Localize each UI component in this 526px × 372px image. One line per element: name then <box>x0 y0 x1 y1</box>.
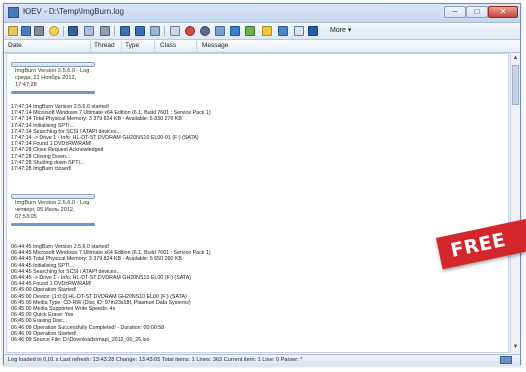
banner-date: среда, 21 Ноябрь 2012, 17:47:28 <box>15 75 77 88</box>
column-thread[interactable]: Thread <box>94 42 115 49</box>
column-divider[interactable] <box>154 41 155 51</box>
log-line: 17:47:28 ImgBurn closed! <box>11 166 72 173</box>
search-icon[interactable] <box>200 26 210 36</box>
title-bar: ЮЕV - D:\Temp\ImgBurn.log – □ ✕ <box>4 4 520 23</box>
banner-text: ImgBurn Version 2.5.6.0 - Log четверг, 0… <box>11 199 95 222</box>
pin-icon[interactable] <box>185 26 195 36</box>
banner-title: ImgBurn Version 2.5.6.0 - Log <box>15 68 90 74</box>
delete-icon[interactable] <box>100 26 110 36</box>
log-content-area[interactable]: ImgBurn Version 2.5.6.0 - Log среда, 21 … <box>6 53 509 353</box>
filter-icon[interactable] <box>68 26 78 36</box>
log-viewer-window: ЮЕV - D:\Temp\ImgBurn.log – □ ✕ More ▾ D… <box>3 3 521 366</box>
settings-icon[interactable] <box>278 26 288 36</box>
column-divider[interactable] <box>90 41 91 51</box>
log-line: 06:44:45 Total Physical Memory: 3 379 82… <box>11 256 182 263</box>
column-message[interactable]: Message <box>202 42 228 49</box>
scroll-down-icon[interactable]: ▼ <box>512 343 519 351</box>
banner-bar <box>11 91 95 94</box>
copy-icon[interactable] <box>84 26 94 36</box>
back-icon[interactable] <box>120 26 130 36</box>
column-date[interactable]: Date <box>8 42 22 49</box>
highlight-icon[interactable] <box>215 26 225 36</box>
log-lines-session-2: 06:44:45 ImgBurn Version 2.5.6.0 started… <box>11 244 211 343</box>
save-icon[interactable] <box>21 26 31 36</box>
star-icon[interactable] <box>49 26 59 36</box>
minimize-button[interactable]: – <box>444 6 466 18</box>
scroll-up-icon[interactable]: ▲ <box>512 54 519 62</box>
app-icon <box>8 7 19 18</box>
forward-icon[interactable] <box>135 26 145 36</box>
maximize-button[interactable]: □ <box>466 6 488 18</box>
toolbar-separator <box>114 26 115 36</box>
log-line: 06:45:00 Device: [1:0:0] HL-DT-ST DVDRAM… <box>11 293 187 300</box>
toolbar: More ▾ <box>4 23 520 40</box>
status-text: Log loaded in 0,01 s Last refresh: 13:43… <box>8 357 303 363</box>
toolbar-separator <box>164 26 165 36</box>
log-line: 17:47:14 Total Physical Memory: 3 379 82… <box>11 116 182 123</box>
layout-icon[interactable] <box>308 26 318 36</box>
column-class[interactable]: Class <box>160 42 176 49</box>
session-banner: ImgBurn Version 2.5.6.0 - Log среда, 21 … <box>11 62 95 94</box>
window-icon[interactable] <box>294 26 304 36</box>
session-banner: ImgBurn Version 2.5.6.0 - Log четверг, 0… <box>11 194 95 226</box>
refresh-icon[interactable] <box>150 26 160 36</box>
status-menu-button[interactable] <box>500 356 512 364</box>
open-icon[interactable] <box>8 26 18 36</box>
funnel-icon[interactable] <box>230 26 240 36</box>
window-title: ЮЕV - D:\Temp\ImgBurn.log <box>23 7 125 16</box>
banner-bar <box>11 223 95 226</box>
grid-icon[interactable] <box>245 26 255 36</box>
toolbar-separator <box>63 26 64 36</box>
help-icon[interactable] <box>262 26 272 36</box>
log-lines-session-1: 17:47:14 ImgBurn Version 2.5.6.0 started… <box>11 104 211 172</box>
more-button[interactable]: More ▾ <box>330 26 351 34</box>
log-line: 06:46:09 Source File: D:\Downloads\mapi_… <box>11 337 150 344</box>
close-button[interactable]: ✕ <box>488 6 518 18</box>
find-icon[interactable] <box>170 26 180 36</box>
vertical-scrollbar[interactable]: ▲ ▼ <box>510 53 520 353</box>
column-type[interactable]: Type <box>125 42 139 49</box>
banner-date: четверг, 05 Июль 2012, 07:53:05 <box>15 207 75 220</box>
scrollbar-thumb[interactable] <box>512 65 519 105</box>
column-header: Date Thread Type Class Message <box>4 40 520 53</box>
banner-title: ImgBurn Version 2.5.6.0 - Log <box>15 200 90 206</box>
print-icon[interactable] <box>34 26 44 36</box>
column-divider[interactable] <box>121 41 122 51</box>
status-bar: Log loaded in 0,01 s Last refresh: 13:43… <box>4 354 520 366</box>
free-badge-text: FREE <box>448 228 508 262</box>
column-divider[interactable] <box>196 41 197 51</box>
banner-text: ImgBurn Version 2.5.6.0 - Log среда, 21 … <box>11 67 95 90</box>
